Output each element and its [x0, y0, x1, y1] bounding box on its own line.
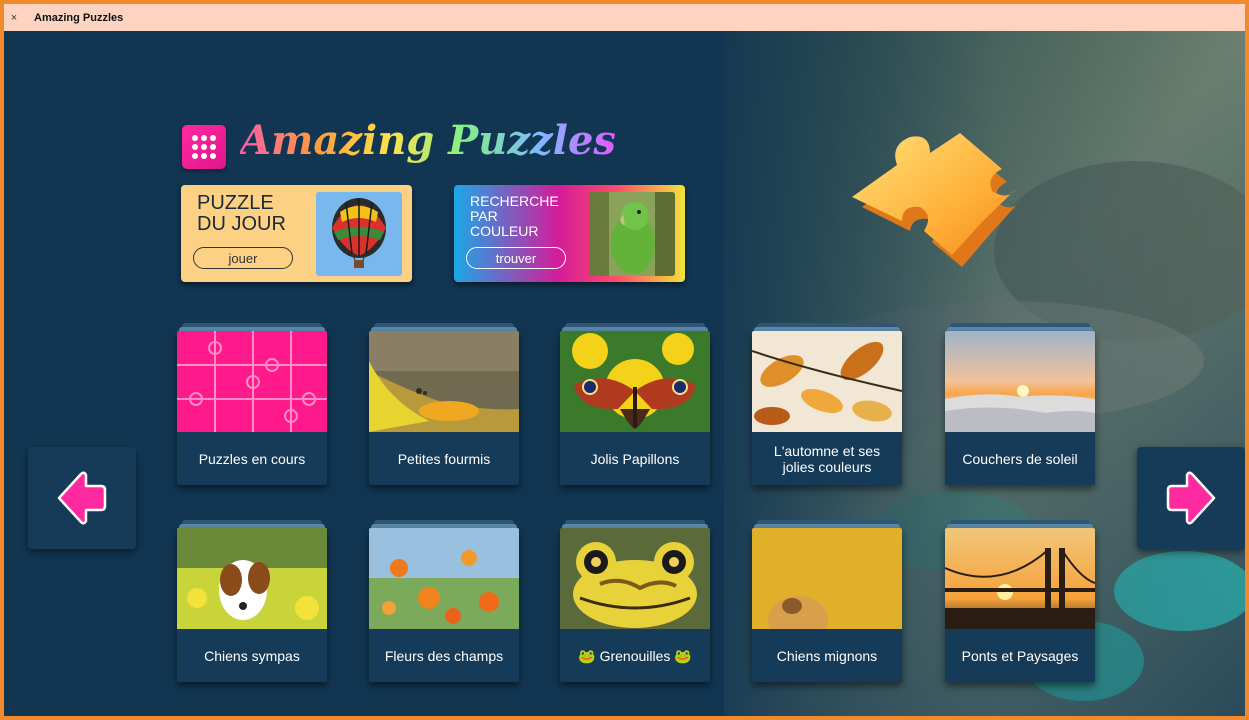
category-label: Jolis Papillons [590, 450, 680, 467]
flowers-thumbnail [369, 528, 519, 629]
pink-puzzle-thumbnail [177, 331, 327, 432]
category-tile-frogs[interactable]: 🐸 Grenouilles 🐸 [560, 520, 710, 682]
category-tile-puzzles-in-progress[interactable]: Puzzles en cours [177, 323, 327, 485]
daily-title: PUZZLE DU JOUR [197, 192, 286, 235]
category-label: Couchers de soleil [962, 450, 1078, 467]
title-bar: × Amazing Puzzles [4, 4, 1245, 31]
category-tile-wildflowers[interactable]: Fleurs des champs [369, 520, 519, 682]
puzzle-piece-icon [852, 133, 1020, 267]
category-label: Chiens mignons [776, 647, 878, 664]
sunset-thumbnail [945, 331, 1095, 432]
app-logo-text: Amazing Puzzles [240, 117, 616, 164]
category-tile-cute-dogs[interactable]: Chiens mignons [752, 520, 902, 682]
category-label: Petites fourmis [397, 450, 491, 467]
play-button[interactable]: jouer [193, 247, 293, 269]
category-label: Chiens sympas [204, 647, 300, 664]
dog-thumbnail [177, 528, 327, 629]
ants-thumbnail [369, 331, 519, 432]
category-tile-nice-dogs[interactable]: Chiens sympas [177, 520, 327, 682]
logo-icon [182, 125, 226, 169]
puzzle-of-the-day-card[interactable]: PUZZLE DU JOUR jouer [181, 185, 412, 282]
autumn-leaves-thumbnail [752, 331, 902, 432]
find-button[interactable]: trouver [466, 247, 566, 269]
green-parrot-thumbnail [589, 192, 675, 276]
category-tile-bridges[interactable]: Ponts et Paysages [945, 520, 1095, 682]
main-content: Amazing Puzzles PUZZLE DU JOUR jouer REC… [4, 31, 1245, 716]
category-tile-ants[interactable]: Petites fourmis [369, 323, 519, 485]
next-page-button[interactable] [1137, 447, 1245, 549]
category-tile-butterflies[interactable]: Jolis Papillons [560, 323, 710, 485]
butterfly-thumbnail [560, 331, 710, 432]
category-label: Puzzles en cours [198, 450, 306, 467]
search-by-color-card[interactable]: RECHERCHE PAR COULEUR trouver [454, 185, 685, 282]
category-label: 🐸 Grenouilles 🐸 [578, 647, 692, 664]
arrow-left-icon [57, 471, 107, 525]
previous-page-button[interactable] [28, 447, 136, 549]
category-tile-sunsets[interactable]: Couchers de soleil [945, 323, 1095, 485]
window-title: Amazing Puzzles [34, 11, 124, 24]
bridge-thumbnail [945, 528, 1095, 629]
close-icon[interactable]: × [4, 12, 24, 24]
color-search-title: RECHERCHE PAR COULEUR [470, 193, 559, 239]
category-tile-autumn[interactable]: L'automne et ses jolies couleurs [752, 323, 902, 485]
hot-air-balloon-thumbnail [316, 192, 402, 276]
grid-dots-icon [192, 135, 216, 159]
category-label: Ponts et Paysages [961, 647, 1079, 664]
frog-thumbnail [560, 528, 710, 629]
arrow-right-icon [1166, 471, 1216, 525]
puppy-thumbnail [752, 528, 902, 629]
category-label: Fleurs des champs [384, 647, 504, 664]
app-window: × Amazing Puzzles Amazing Puzzles PUZZLE… [4, 4, 1245, 716]
category-label: L'automne et ses jolies couleurs [773, 442, 881, 475]
